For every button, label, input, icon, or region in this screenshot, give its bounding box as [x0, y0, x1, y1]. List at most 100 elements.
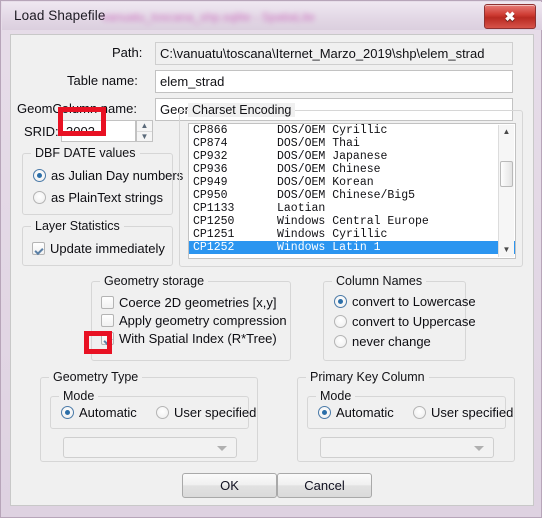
- radio-label: Automatic: [79, 405, 137, 420]
- dbf-date-group: DBF DATE values as Julian Day numbers as…: [22, 146, 183, 215]
- charset-code: CP866: [193, 124, 228, 137]
- close-icon: ✖: [504, 9, 516, 24]
- charset-code: CP1250: [193, 215, 235, 228]
- radio-label: convert to Lowercase: [352, 294, 476, 309]
- radio-dot-icon: [61, 406, 74, 419]
- charset-row[interactable]: CP1133 Laotian: [189, 202, 515, 215]
- geometry-type-caption: Geometry Type: [49, 370, 143, 384]
- charset-row[interactable]: CP874 DOS/OEM Thai: [189, 137, 515, 150]
- close-button[interactable]: ✖: [484, 4, 536, 29]
- charset-row[interactable]: CP950 DOS/OEM Chinese/Big5: [189, 189, 515, 202]
- dialog-body: Path: C:\vanuatu\toscana\Iternet_Marzo_2…: [10, 34, 534, 506]
- checkbox-label: Update immediately: [50, 241, 165, 256]
- charset-encoding-group: Charset Encoding CP866 DOS/OEM Cyrillic CP…: [179, 103, 523, 267]
- spinner-down-icon[interactable]: ▼: [137, 132, 152, 142]
- checkbox-icon: [101, 332, 114, 345]
- dbf-date-caption: DBF DATE values: [31, 146, 140, 160]
- checkbox-label: With Spatial Index (R*Tree): [119, 331, 277, 346]
- scrollbar-thumb[interactable]: [500, 161, 513, 187]
- path-label: Path:: [112, 45, 143, 60]
- radio-dot-icon: [156, 406, 169, 419]
- table-name-input[interactable]: elem_strad: [155, 70, 513, 93]
- radio-label: as Julian Day numbers: [51, 168, 184, 183]
- load-shapefile-dialog: Load Shapefile vanuatu_toscana_shp.sqlit…: [0, 0, 542, 518]
- charset-row[interactable]: CP1251 Windows Cyrillic: [189, 228, 515, 241]
- geometry-type-mode-caption: Mode: [59, 389, 99, 403]
- charset-name: DOS/OEM Japanese: [277, 150, 388, 163]
- charset-code: CP1252: [193, 241, 235, 254]
- primary-key-column-caption: Primary Key Column: [306, 370, 429, 384]
- radio-dot-icon: [318, 406, 331, 419]
- column-names-caption: Column Names: [332, 274, 427, 288]
- charset-scrollbar[interactable]: ▲ ▼: [498, 125, 514, 257]
- radio-dot-icon: [33, 169, 46, 182]
- srid-spinner[interactable]: ▲ ▼: [136, 120, 153, 142]
- cancel-button[interactable]: Cancel: [277, 473, 372, 498]
- primary-key-mode-caption: Mode: [316, 389, 356, 403]
- charset-code: CP949: [193, 176, 228, 189]
- primary-key-mode-group: Mode Automatic User specified: [307, 389, 513, 429]
- charset-row[interactable]: CP1250 Windows Central Europe: [189, 215, 515, 228]
- charset-name: Windows Cyrillic: [277, 228, 388, 241]
- charset-row[interactable]: CP1252 Windows Latin 1: [189, 241, 515, 254]
- charset-code: CP950: [193, 189, 228, 202]
- charset-code: CP932: [193, 150, 228, 163]
- charset-name: DOS/OEM Thai: [277, 137, 360, 150]
- charset-name: Laotian: [277, 202, 326, 215]
- checkbox-icon: [101, 296, 114, 309]
- charset-row[interactable]: CP866 DOS/OEM Cyrillic: [189, 124, 515, 137]
- radio-dot-icon: [33, 191, 46, 204]
- title-bar: Load Shapefile vanuatu_toscana_shp.sqlit…: [2, 2, 542, 30]
- srid-value-field[interactable]: 3003: [61, 120, 136, 142]
- radio-label: convert to Uppercase: [352, 314, 476, 329]
- charset-name: Windows Central Europe: [277, 215, 429, 228]
- checkbox-icon: [32, 242, 45, 255]
- radio-dot-icon: [334, 295, 347, 308]
- charset-name: DOS/OEM Chinese/Big5: [277, 189, 416, 202]
- radio-label: Automatic: [336, 405, 394, 420]
- ok-button[interactable]: OK: [182, 473, 277, 498]
- charset-name: Windows Latin 1: [277, 241, 381, 254]
- primary-key-column-group: Primary Key Column Mode Automatic User s…: [297, 370, 515, 462]
- radio-dot-icon: [334, 315, 347, 328]
- geom-column-label: GeomColumn name:: [17, 101, 137, 116]
- scroll-up-icon[interactable]: ▲: [499, 125, 514, 139]
- scroll-down-icon[interactable]: ▼: [499, 243, 514, 257]
- column-names-group: Column Names convert to Lowercase conver…: [323, 274, 476, 361]
- geometry-type-combo[interactable]: [63, 437, 237, 458]
- charset-encoding-list[interactable]: CP866 DOS/OEM Cyrillic CP874 DOS/OEM Thai CP…: [188, 123, 516, 259]
- srid-label: SRID:: [24, 124, 59, 139]
- radio-label: User specified: [431, 405, 514, 420]
- charset-row[interactable]: CP949 DOS/OEM Korean: [189, 176, 515, 189]
- charset-code: CP874: [193, 137, 228, 150]
- charset-code: CP936: [193, 163, 228, 176]
- chevron-down-icon: [217, 445, 227, 451]
- primary-key-column-combo[interactable]: [320, 437, 494, 458]
- geometry-type-group: Geometry Type Mode Automatic User specif…: [40, 370, 258, 462]
- charset-row[interactable]: CP936 DOS/OEM Chinese: [189, 163, 515, 176]
- layer-statistics-group: Layer Statistics Update immediately: [22, 219, 173, 266]
- radio-label: as PlainText strings: [51, 190, 163, 205]
- charset-name: DOS/OEM Cyrillic: [277, 124, 388, 137]
- geometry-type-mode-group: Mode Automatic User specified: [50, 389, 256, 429]
- charset-code: CP1251: [193, 228, 235, 241]
- title-redacted-text: vanuatu_toscana_shp.sqlite - SpatiaLite: [102, 10, 315, 24]
- spinner-up-icon[interactable]: ▲: [137, 121, 152, 132]
- checkbox-icon: [101, 314, 114, 327]
- radio-label: User specified: [174, 405, 257, 420]
- chevron-down-icon: [474, 445, 484, 451]
- geometry-storage-group: Geometry storage Coerce 2D geometries [x…: [91, 274, 291, 361]
- charset-code: CP1133: [193, 202, 235, 215]
- radio-label: never change: [352, 334, 431, 349]
- charset-row[interactable]: CP932 DOS/OEM Japanese: [189, 150, 515, 163]
- layer-statistics-caption: Layer Statistics: [31, 219, 124, 233]
- window-title: Load Shapefile: [14, 8, 106, 23]
- checkbox-label: Coerce 2D geometries [x,y]: [119, 295, 277, 310]
- path-field[interactable]: C:\vanuatu\toscana\Iternet_Marzo_2019\sh…: [155, 42, 513, 65]
- charset-encoding-caption: Charset Encoding: [188, 103, 296, 117]
- geometry-storage-caption: Geometry storage: [100, 274, 209, 288]
- checkbox-label: Apply geometry compression: [119, 313, 287, 328]
- table-name-label: Table name:: [67, 73, 138, 88]
- radio-dot-icon: [413, 406, 426, 419]
- charset-name: DOS/OEM Chinese: [277, 163, 381, 176]
